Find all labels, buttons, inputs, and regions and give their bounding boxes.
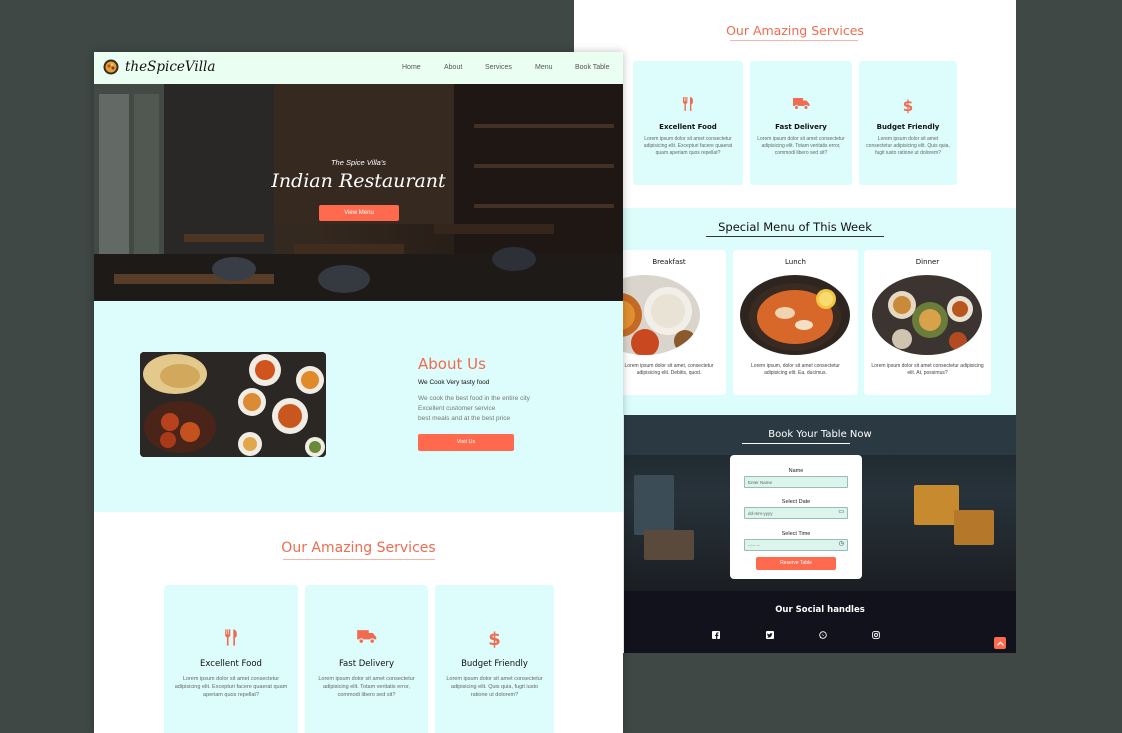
service-title: Budget Friendly bbox=[876, 123, 940, 131]
about-title: About Us bbox=[418, 355, 486, 373]
clock-icon[interactable]: ◷ bbox=[839, 541, 844, 547]
services-section: Our Amazing Services Excellent Food Lore… bbox=[574, 0, 1016, 208]
about-line: Excellent customer service bbox=[418, 405, 496, 412]
booking-bg-chair bbox=[954, 510, 994, 545]
booking-bg-window bbox=[634, 475, 674, 535]
hero-overlay bbox=[94, 84, 623, 301]
services-title: Our Amazing Services bbox=[726, 23, 864, 38]
nav-home[interactable]: Home bbox=[402, 64, 421, 71]
booking-form: Name Enter Name Select Date dd-mm-yyyy ▭ … bbox=[730, 455, 862, 579]
scroll-to-top-button[interactable] bbox=[994, 637, 1006, 649]
twitter-icon[interactable] bbox=[765, 630, 774, 639]
name-label: Name bbox=[788, 468, 804, 474]
meal-name: Dinner bbox=[915, 258, 940, 266]
dinner-food-image bbox=[872, 275, 982, 355]
menu-card-breakfast[interactable]: Breakfast Lorem ipsum dolor sit amet, co… bbox=[612, 250, 726, 395]
title-underline bbox=[742, 443, 850, 444]
service-title: Budget Friendly bbox=[461, 659, 528, 669]
hero-subtitle: The Spice Villa's bbox=[330, 158, 387, 167]
navbar: theSpiceVilla Home About Services Menu B… bbox=[94, 52, 623, 84]
lunch-food-image bbox=[740, 275, 850, 355]
service-title: Fast Delivery bbox=[338, 659, 395, 669]
title-underline bbox=[730, 40, 858, 41]
nav-about[interactable]: About bbox=[444, 64, 462, 71]
dollar-icon: $ bbox=[488, 629, 501, 650]
service-card-excellent-food: Excellent Food Lorem ipsum dolor sit ame… bbox=[633, 61, 743, 185]
truck-icon bbox=[305, 629, 428, 647]
nav-menu[interactable]: Menu bbox=[535, 64, 553, 71]
calendar-icon[interactable]: ▭ bbox=[838, 509, 844, 515]
service-text: Lorem ipsum dolor sit amet consectetur a… bbox=[446, 676, 543, 698]
utensils-icon bbox=[633, 97, 743, 113]
booking-bg-table bbox=[644, 530, 694, 560]
visit-us-button[interactable]: Visit Us bbox=[418, 434, 514, 451]
hero-title: Indian Restaurant bbox=[271, 170, 446, 192]
breakfast-food-image bbox=[612, 275, 700, 355]
service-text: Lorem ipsum dolor sit amet consectetur a… bbox=[866, 136, 950, 156]
menu-card-lunch[interactable]: Lunch Lorem ipsum, dolor sit amet consec… bbox=[733, 250, 858, 395]
about-line: best meals and at the best price bbox=[418, 415, 511, 422]
special-menu-section: Special Menu of This Week Breakfast Lore… bbox=[574, 208, 1016, 415]
date-label: Select Date bbox=[781, 499, 811, 505]
social-title: Our Social handles bbox=[775, 605, 865, 615]
service-title: Excellent Food bbox=[200, 659, 262, 669]
footer: Our Social handles bbox=[624, 591, 1016, 653]
about-subtitle: We Cook Very tasty food bbox=[418, 379, 490, 386]
date-input[interactable]: dd-mm-yyyy ▭ bbox=[744, 507, 848, 519]
booking-bg-chair bbox=[914, 485, 959, 525]
chevron-up-icon bbox=[996, 640, 1004, 646]
nav-services[interactable]: Services bbox=[485, 64, 512, 71]
brand-name[interactable]: theSpiceVilla bbox=[125, 59, 215, 75]
service-text: Lorem ipsum dolor sit amet consectetur a… bbox=[174, 676, 288, 698]
meal-text: Lorem ipsum dolor sit amet consectetur a… bbox=[871, 363, 984, 376]
truck-icon bbox=[750, 97, 852, 113]
service-title: Excellent Food bbox=[659, 123, 717, 131]
meal-text: Lorem ipsum, dolor sit amet consectetur … bbox=[751, 363, 840, 376]
time-label: Select Time bbox=[781, 531, 811, 537]
menu-card-dinner[interactable]: Dinner Lorem ipsum dolor sit amet consec… bbox=[864, 250, 991, 395]
right-page-screenshot: Our Amazing Services Excellent Food Lore… bbox=[574, 0, 1016, 653]
meal-text: Lorem ipsum dolor sit amet, consectetur … bbox=[624, 363, 714, 376]
service-card-budget-friendly: $ Budget Friendly Lorem ipsum dolor sit … bbox=[859, 61, 957, 185]
name-input[interactable]: Enter Name bbox=[744, 476, 848, 488]
view-menu-button[interactable]: View Menu bbox=[319, 205, 399, 221]
reserve-table-button[interactable]: Reserve Table bbox=[756, 557, 836, 570]
title-underline bbox=[283, 559, 435, 560]
meal-name: Breakfast bbox=[652, 258, 686, 266]
booking-section: Book Your Table Now Name Enter Name Sele… bbox=[624, 415, 1016, 591]
facebook-icon[interactable] bbox=[711, 630, 720, 639]
meal-name: Lunch bbox=[785, 258, 806, 266]
logo-icon[interactable] bbox=[103, 59, 119, 75]
name-placeholder: Enter Name bbox=[748, 480, 773, 485]
about-line: We cook the best food in the entire city bbox=[418, 395, 530, 402]
nav-book-table[interactable]: Book Table bbox=[575, 64, 610, 71]
service-card-fast-delivery: Fast Delivery Lorem ipsum dolor sit amet… bbox=[305, 585, 428, 733]
service-text: Lorem ipsum dolor sit amet consectetur a… bbox=[318, 676, 415, 698]
service-card-excellent-food: Excellent Food Lorem ipsum dolor sit ame… bbox=[164, 585, 298, 733]
whatsapp-icon[interactable] bbox=[818, 630, 827, 639]
service-text: Lorem ipsum dolor sit amet consectetur a… bbox=[757, 136, 845, 156]
utensils-icon bbox=[164, 629, 298, 647]
left-page-screenshot: theSpiceVilla Home About Services Menu B… bbox=[94, 52, 623, 733]
time-value: --:-- -- bbox=[748, 543, 760, 548]
service-text: Lorem ipsum dolor sit amet consectetur a… bbox=[643, 136, 733, 156]
services-section: Our Amazing Services Excellent Food Lore… bbox=[94, 512, 623, 733]
service-title: Fast Delivery bbox=[775, 123, 827, 131]
time-input[interactable]: --:-- -- ◷ bbox=[744, 539, 848, 551]
about-section: About Us We Cook Very tasty food We cook… bbox=[94, 301, 623, 512]
about-food-image bbox=[140, 352, 326, 457]
menu-title: Special Menu of This Week bbox=[718, 220, 872, 234]
date-value: dd-mm-yyyy bbox=[748, 511, 773, 516]
hero-section: The Spice Villa's Indian Restaurant View… bbox=[94, 84, 623, 301]
instagram-icon[interactable] bbox=[871, 630, 880, 639]
title-underline bbox=[706, 236, 884, 237]
services-title: Our Amazing Services bbox=[281, 540, 436, 556]
dollar-icon: $ bbox=[902, 97, 914, 115]
service-card-fast-delivery: Fast Delivery Lorem ipsum dolor sit amet… bbox=[750, 61, 852, 185]
service-card-budget-friendly: $ Budget Friendly Lorem ipsum dolor sit … bbox=[435, 585, 554, 733]
booking-title: Book Your Table Now bbox=[768, 429, 872, 440]
